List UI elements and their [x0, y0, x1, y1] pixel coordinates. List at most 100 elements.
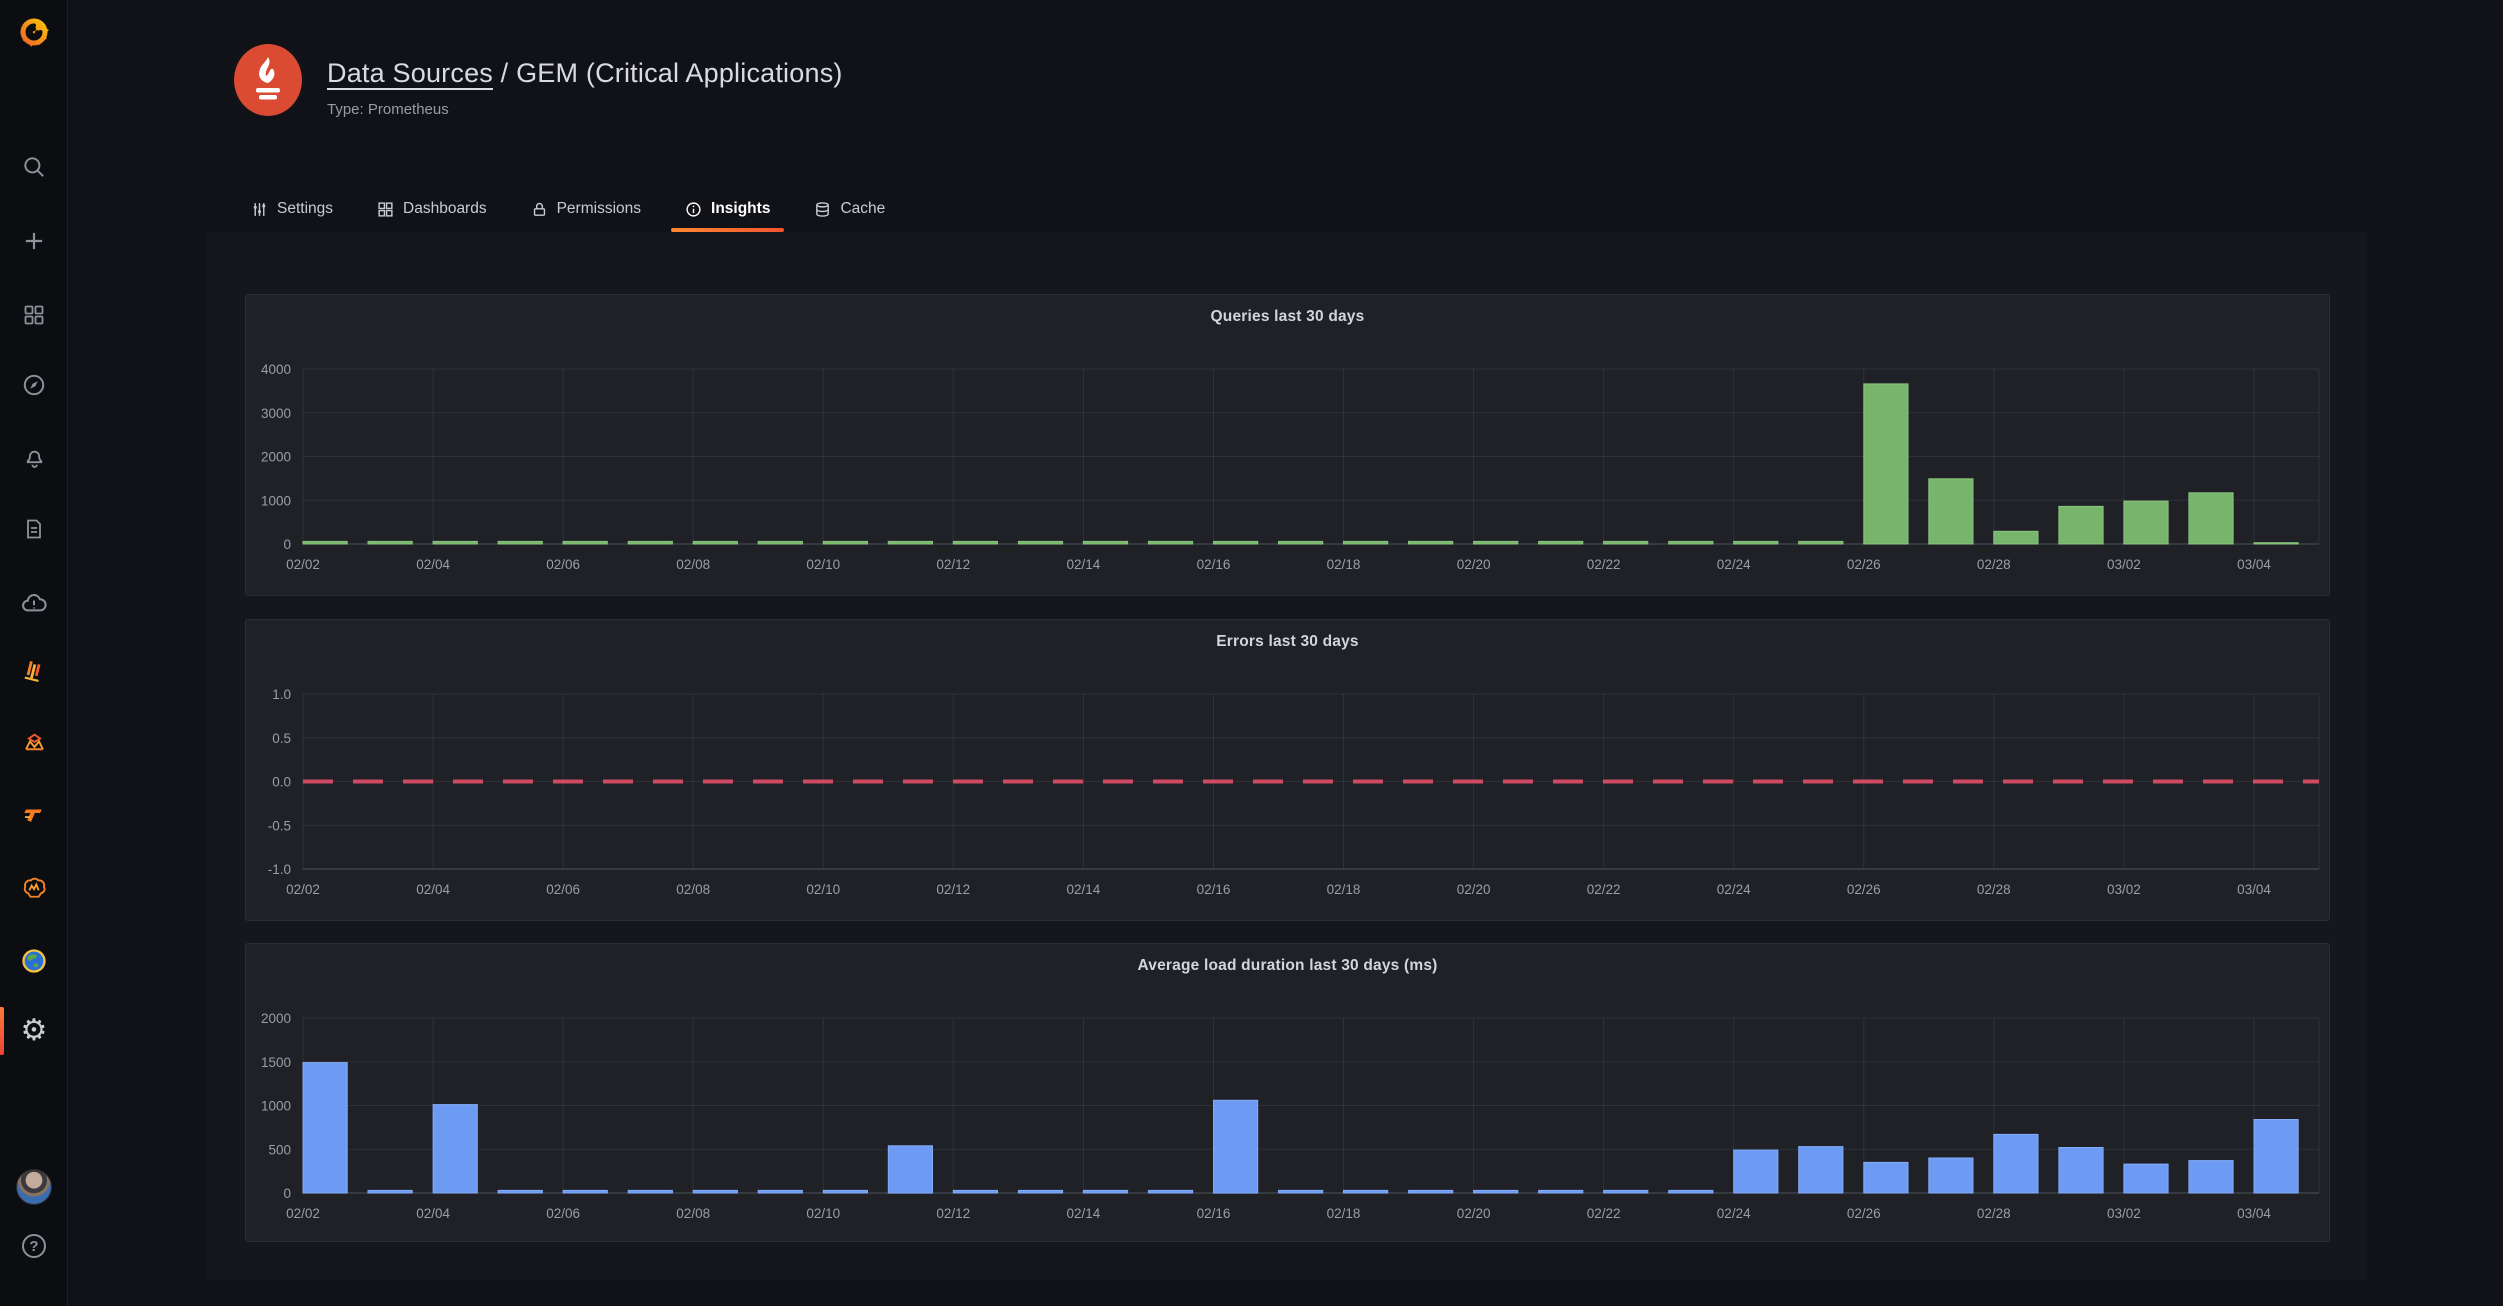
- svg-text:03/04: 03/04: [2237, 882, 2271, 897]
- datasource-name: GEM (Critical Applications): [516, 58, 843, 88]
- svg-text:02/14: 02/14: [1067, 882, 1101, 897]
- svg-text:02/18: 02/18: [1327, 557, 1361, 572]
- lock-icon: [531, 201, 548, 218]
- svg-text:02/26: 02/26: [1847, 557, 1881, 572]
- svg-text:-0.5: -0.5: [268, 818, 291, 833]
- load-duration-chart: 02/0202/0402/0602/0802/1002/1202/1402/16…: [246, 944, 2329, 1241]
- dashboards-grid-icon[interactable]: [0, 300, 68, 330]
- info-circle-icon: [685, 201, 702, 218]
- svg-text:02/10: 02/10: [806, 882, 840, 897]
- load-duration-panel: Average load duration last 30 days (ms) …: [245, 943, 2330, 1242]
- sliders-icon: [251, 201, 268, 218]
- tab-cache[interactable]: Cache: [800, 188, 899, 230]
- explore-compass-icon[interactable]: [0, 370, 68, 400]
- svg-text:02/16: 02/16: [1197, 882, 1231, 897]
- world-map-app-icon[interactable]: [0, 946, 68, 976]
- svg-text:02/18: 02/18: [1327, 882, 1361, 897]
- svg-text:02/04: 02/04: [416, 882, 450, 897]
- page-header: Data Sources / GEM (Critical Application…: [327, 58, 843, 118]
- svg-text:1500: 1500: [261, 1055, 291, 1070]
- mimir-app-icon[interactable]: [0, 727, 68, 757]
- svg-text:02/08: 02/08: [676, 1206, 710, 1221]
- grafana-logo-icon[interactable]: [0, 10, 68, 54]
- page-title: Data Sources / GEM (Critical Application…: [327, 58, 843, 89]
- svg-text:1.0: 1.0: [272, 687, 291, 702]
- cloud-alert-icon[interactable]: [0, 589, 68, 619]
- svg-text:1000: 1000: [261, 493, 291, 508]
- svg-text:03/02: 03/02: [2107, 557, 2141, 572]
- help-icon[interactable]: ?: [0, 1231, 68, 1261]
- svg-text:2000: 2000: [261, 1011, 291, 1026]
- svg-text:02/28: 02/28: [1977, 882, 2011, 897]
- svg-text:2000: 2000: [261, 450, 291, 465]
- svg-text:02/26: 02/26: [1847, 882, 1881, 897]
- svg-text:03/04: 03/04: [2237, 1206, 2271, 1221]
- insights-tab-content: Queries last 30 days 02/0202/0402/0602/0…: [207, 232, 2366, 1280]
- svg-text:02/22: 02/22: [1587, 557, 1621, 572]
- alerting-bell-icon[interactable]: [0, 442, 68, 472]
- breadcrumb-data-sources-link[interactable]: Data Sources: [327, 58, 493, 88]
- svg-text:02/16: 02/16: [1197, 1206, 1231, 1221]
- search-icon[interactable]: [0, 152, 68, 182]
- svg-text:02/24: 02/24: [1717, 882, 1751, 897]
- tab-settings[interactable]: Settings: [237, 188, 347, 230]
- tempo-app-icon[interactable]: [0, 799, 68, 829]
- svg-text:02/02: 02/02: [286, 1206, 320, 1221]
- svg-text:0: 0: [283, 1186, 291, 1201]
- tab-insights[interactable]: Insights: [671, 188, 784, 230]
- svg-text:02/20: 02/20: [1457, 882, 1491, 897]
- svg-text:02/22: 02/22: [1587, 882, 1621, 897]
- svg-text:02/12: 02/12: [936, 557, 970, 572]
- svg-text:02/24: 02/24: [1717, 1206, 1751, 1221]
- queries-chart: 02/0202/0402/0602/0802/1002/1202/1402/16…: [246, 295, 2329, 595]
- datasource-type: Type: Prometheus: [327, 101, 843, 118]
- svg-text:02/14: 02/14: [1067, 557, 1101, 572]
- errors-panel: Errors last 30 days 02/0202/0402/0602/08…: [245, 619, 2330, 921]
- database-icon: [814, 201, 831, 218]
- sidebar: ⚙ ?: [0, 0, 68, 1306]
- svg-text:02/04: 02/04: [416, 1206, 450, 1221]
- svg-text:03/02: 03/02: [2107, 882, 2141, 897]
- errors-chart: 02/02 02/04 02/06 02/08 02/10 02/12 02/14 02/16…: [246, 620, 2329, 920]
- svg-text:-1.0: -1.0: [268, 862, 291, 877]
- tab-bar: Settings Dashboards Permissions Insights…: [237, 188, 899, 230]
- svg-text:02/04: 02/04: [416, 557, 450, 572]
- loki-app-icon[interactable]: [0, 657, 68, 687]
- prometheus-logo-icon: [234, 44, 302, 116]
- breadcrumb-separator: /: [493, 58, 516, 88]
- user-avatar[interactable]: [0, 1169, 68, 1205]
- queries-panel: Queries last 30 days 02/0202/0402/0602/0…: [245, 294, 2330, 596]
- configuration-gear-icon[interactable]: ⚙: [0, 1016, 68, 1046]
- svg-text:3000: 3000: [261, 406, 291, 421]
- machine-learning-app-icon[interactable]: [0, 873, 68, 903]
- svg-text:02/20: 02/20: [1457, 557, 1491, 572]
- tab-permissions[interactable]: Permissions: [517, 188, 655, 230]
- svg-text:02/18: 02/18: [1327, 1206, 1361, 1221]
- grid-icon: [377, 201, 394, 218]
- tab-dashboards[interactable]: Dashboards: [363, 188, 501, 230]
- svg-text:1000: 1000: [261, 1099, 291, 1114]
- svg-text:500: 500: [268, 1142, 291, 1157]
- svg-text:0.5: 0.5: [272, 731, 291, 746]
- document-icon[interactable]: [0, 514, 68, 544]
- svg-text:02/26: 02/26: [1847, 1206, 1881, 1221]
- svg-text:02/02: 02/02: [286, 557, 320, 572]
- svg-text:03/02: 03/02: [2107, 1206, 2141, 1221]
- svg-text:02/20: 02/20: [1457, 1206, 1491, 1221]
- svg-text:02/08: 02/08: [676, 882, 710, 897]
- svg-text:02/12: 02/12: [936, 1206, 970, 1221]
- svg-text:02/02: 02/02: [286, 882, 320, 897]
- create-plus-icon[interactable]: [0, 226, 68, 256]
- svg-text:0.0: 0.0: [272, 775, 291, 790]
- svg-text:02/16: 02/16: [1197, 557, 1231, 572]
- svg-text:0: 0: [283, 537, 291, 552]
- svg-text:02/12: 02/12: [936, 882, 970, 897]
- svg-text:03/04: 03/04: [2237, 557, 2271, 572]
- svg-text:02/06: 02/06: [546, 882, 580, 897]
- svg-text:02/08: 02/08: [676, 557, 710, 572]
- svg-text:02/22: 02/22: [1587, 1206, 1621, 1221]
- svg-text:02/06: 02/06: [546, 557, 580, 572]
- svg-text:02/14: 02/14: [1067, 1206, 1101, 1221]
- svg-text:02/06: 02/06: [546, 1206, 580, 1221]
- svg-text:02/28: 02/28: [1977, 1206, 2011, 1221]
